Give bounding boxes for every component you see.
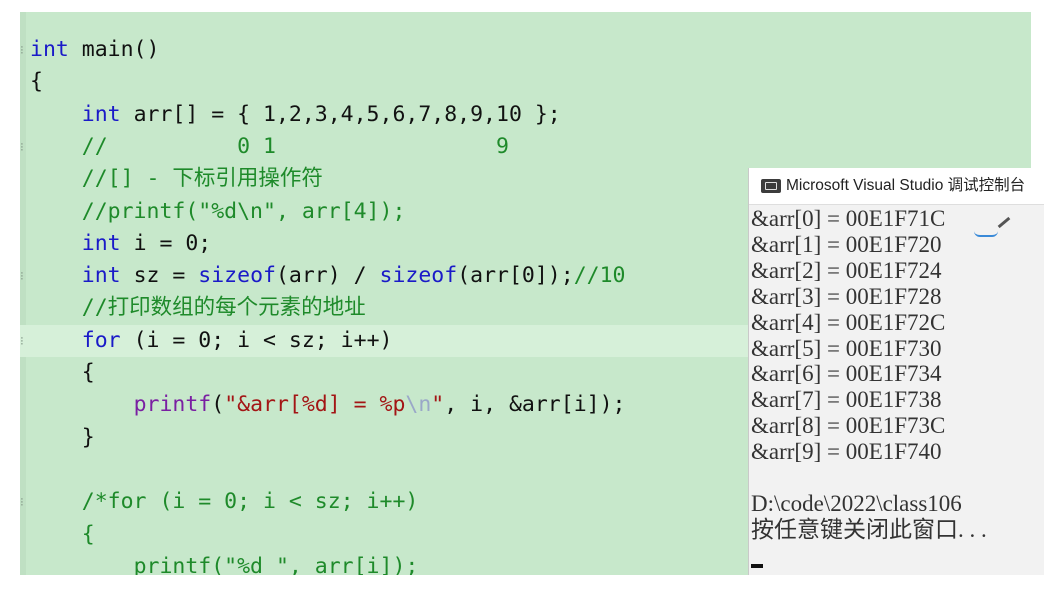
code-token: ( [211, 392, 225, 418]
code-line: int arr[] = { 1,2,3,4,5,6,7,8,9,10 }; [30, 99, 561, 131]
code-token: i = 0; [120, 230, 212, 256]
code-token: //打印数组的每个元素的地址 [81, 295, 366, 321]
code-token: \n [405, 392, 432, 418]
code-token: , i, &arr[i]); [444, 392, 626, 418]
code-token: " [431, 392, 445, 418]
console-output-line: &arr[8] = 00E1F73C [751, 413, 946, 439]
code-token: sz = [120, 263, 199, 289]
code-line: // 0 1 9 [30, 131, 509, 163]
code-token: arr[] = { 1,2,3,4,5,6,7,8,9,10 }; [133, 101, 561, 127]
code-token: { [30, 360, 95, 385]
code-token: printf [133, 392, 212, 418]
code-token: "&arr[%d] = %p [224, 392, 406, 418]
console-output-line: &arr[1] = 00E1F720 [751, 231, 942, 257]
console-output-line: &arr[0] = 00E1F71C [751, 206, 946, 231]
code-token: //printf("%d\n", arr[4]); [81, 198, 406, 224]
console-title: Microsoft Visual Studio 调试控制台 [786, 177, 1026, 194]
fold-marker-icon[interactable]: ⁝ [20, 325, 28, 357]
code-line: printf("%d ", arr[i]); [30, 551, 419, 575]
code-line: //[] - 下标引用操作符 [30, 163, 323, 195]
code-line: for (i = 0; i < sz; i++) [30, 325, 393, 357]
code-token: { [30, 69, 43, 95]
code-token: printf("%d ", arr[i]); [133, 553, 419, 575]
code-line: { [30, 519, 95, 551]
fold-marker-icon[interactable]: ⁝ [20, 131, 28, 163]
code-token: { [81, 521, 95, 547]
code-line: int sz = sizeof(arr) / sizeof(arr[0]);//… [30, 260, 626, 292]
console-output-line: &arr[9] = 00E1F740 [751, 439, 942, 465]
code-line: int i = 0; [30, 228, 211, 260]
code-line: { [30, 357, 95, 389]
code-token: int [81, 230, 121, 256]
code-token: (i = 0; i < sz; i++) [120, 327, 393, 353]
code-token: } [30, 424, 95, 450]
console-output-line: &arr[3] = 00E1F728 [751, 283, 942, 309]
vs-debug-console-icon [761, 179, 781, 193]
debug-console-window[interactable]: Microsoft Visual Studio 调试控制台 &arr[0] = … [748, 168, 1044, 575]
pencil-cursor-icon [997, 216, 1011, 229]
console-output-line: &arr[2] = 00E1F724 [751, 257, 942, 283]
code-token: int [81, 101, 134, 127]
code-token: int [30, 37, 82, 62]
code-line: } [30, 422, 95, 454]
code-token: for [81, 327, 121, 353]
code-token: //[] - 下标引用操作符 [81, 166, 323, 192]
code-line: //printf("%d\n", arr[4]); [30, 196, 406, 228]
code-line: { [30, 66, 43, 98]
console-output-line: D:\code\2022\class106 [751, 490, 962, 516]
fold-marker-icon[interactable]: ⁝ [20, 486, 28, 518]
code-line: printf("&arr[%d] = %p\n", i, &arr[i]); [30, 389, 626, 421]
annotation-underline [974, 231, 998, 237]
code-token: (arr) / [275, 263, 380, 289]
code-token: sizeof [198, 263, 276, 289]
fold-marker-icon[interactable]: ⁝ [20, 260, 28, 292]
console-output-line: &arr[5] = 00E1F730 [751, 335, 942, 361]
code-token: /*for (i = 0; i < sz; i++) [81, 489, 419, 515]
code-line: //打印数组的每个元素的地址 [30, 292, 366, 324]
console-output-line: 按任意键关闭此窗口. . . [751, 516, 987, 542]
fold-marker-icon[interactable]: ⁝ [20, 34, 28, 66]
code-token: int [81, 263, 121, 289]
code-line: /*for (i = 0; i < sz; i++) [30, 486, 419, 518]
console-output-line: &arr[6] = 00E1F734 [751, 361, 942, 387]
console-output-line: &arr[4] = 00E1F72C [751, 309, 946, 335]
code-token: main() [81, 37, 160, 62]
code-token: // 0 1 9 [81, 133, 509, 159]
code-token: //10 [573, 263, 626, 289]
code-line: int main() [30, 34, 159, 66]
code-token: (arr[0]); [457, 263, 574, 289]
console-output-line: &arr[7] = 00E1F738 [751, 387, 942, 413]
code-token: sizeof [379, 263, 458, 289]
console-text-cursor [751, 564, 763, 568]
console-title-bar[interactable]: Microsoft Visual Studio 调试控制台 [749, 168, 1044, 205]
